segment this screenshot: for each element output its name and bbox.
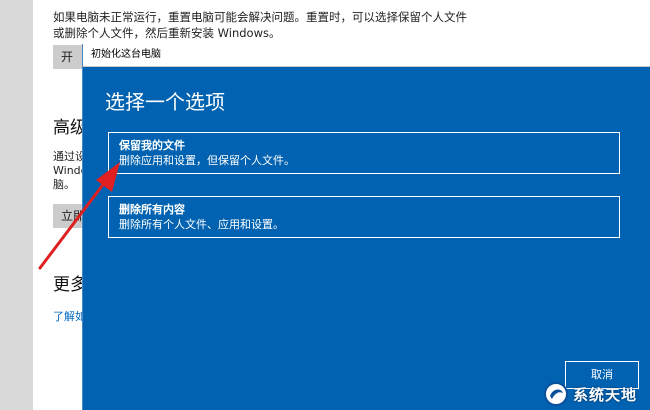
watermark-text: 系统天地 <box>573 385 638 404</box>
remove-everything-option[interactable]: 删除所有内容 删除所有个人文件、应用和设置。 <box>108 196 620 238</box>
reset-description: 如果电脑未正常运行，重置电脑可能会解决问题。重置时，可以选择保留个人文件或删除个… <box>53 10 467 40</box>
option-title: 删除所有内容 <box>119 203 185 216</box>
option-title: 保留我的文件 <box>119 139 185 152</box>
option-description: 删除所有个人文件、应用和设置。 <box>119 218 284 231</box>
dialog-titlebar: 初始化这台电脑 <box>83 44 650 67</box>
dialog-heading: 选择一个选项 <box>105 90 225 114</box>
watermark-logo-icon <box>544 382 568 406</box>
reset-pc-dialog: 初始化这台电脑 选择一个选项 保留我的文件 删除应用和设置，但保留个人文件。 删… <box>82 44 650 410</box>
watermark: 系统天地 <box>543 378 650 410</box>
option-description: 删除应用和设置，但保留个人文件。 <box>119 154 295 167</box>
keep-my-files-option[interactable]: 保留我的文件 删除应用和设置，但保留个人文件。 <box>108 132 620 174</box>
